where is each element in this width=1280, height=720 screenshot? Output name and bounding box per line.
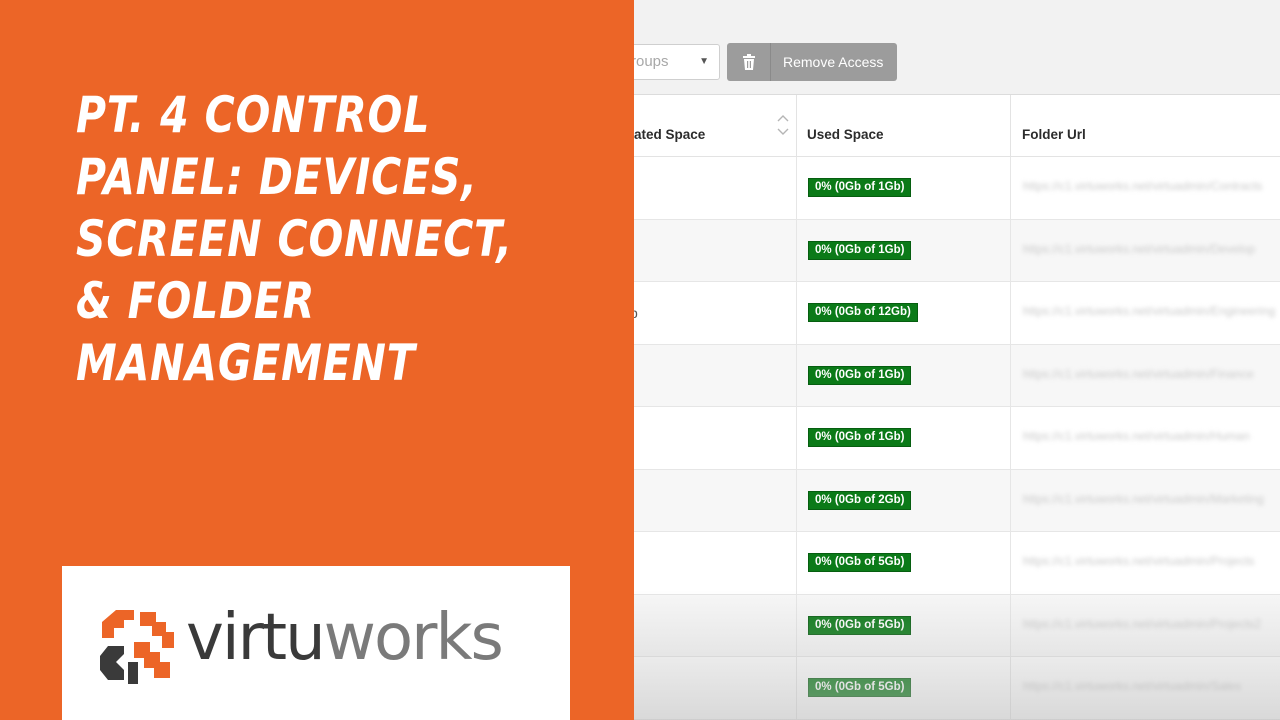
usage-badge: 0% (0Gb of 1Gb): [808, 365, 912, 385]
logo-wordmark: virtuworks: [186, 598, 504, 678]
folder-url-cell: https://c1.virtuworks.net/virtuadmin/Con…: [1010, 157, 1280, 219]
folder-url-link[interactable]: https://c1.virtuworks.net/virtuadmin/Dev…: [1023, 242, 1255, 256]
folder-url-link[interactable]: https://c1.virtuworks.net/virtuadmin/Hum…: [1023, 429, 1250, 443]
usage-badge: 0% (0Gb of 5Gb): [808, 553, 912, 572]
logo-box: virtuworks: [62, 566, 570, 720]
folder-url-cell: https://c1.virtuworks.net/virtuadmin/Fin…: [1010, 344, 1280, 406]
used-space-cell: 0% (0Gb of 5Gb): [796, 594, 1010, 656]
title-line: Screen Connect,: [76, 210, 513, 268]
used-space-cell: 0% (0Gb of 1Gb): [796, 344, 1010, 406]
folder-url-cell: https://c1.virtuworks.net/virtuadmin/Pro…: [1010, 532, 1280, 594]
usage-badge: 0% (0Gb of 1Gb): [808, 428, 912, 447]
folder-url-cell: https://c1.virtuworks.net/virtuadmin/Dev…: [1010, 219, 1280, 281]
title-line: Pt. 4 Control: [76, 86, 431, 144]
title-line: Management: [76, 334, 416, 392]
usage-badge: 0% (0Gb of 5Gb): [808, 678, 912, 697]
remove-access-label: Remove Access: [783, 54, 884, 70]
column-header-used-space[interactable]: Used Space: [796, 95, 1010, 157]
usage-badge: 0% (0Gb of 1Gb): [808, 178, 912, 197]
used-space-cell: 0% (0Gb of 12Gb): [796, 282, 1010, 344]
trash-icon: [727, 43, 771, 81]
folder-url-link[interactable]: https://c1.virtuworks.net/virtuadmin/Fin…: [1023, 367, 1254, 381]
folder-url-cell: https://c1.virtuworks.net/virtuadmin/Eng…: [1010, 282, 1280, 344]
used-space-cell: 0% (0Gb of 5Gb): [796, 532, 1010, 594]
column-header-folder-url[interactable]: Folder Url: [1010, 95, 1280, 157]
folder-url-cell: https://c1.virtuworks.net/virtuadmin/Hum…: [1010, 407, 1280, 469]
folder-url-cell: https://c1.virtuworks.net/virtuadmin/Pro…: [1010, 594, 1280, 656]
groups-select-value: roups: [631, 53, 669, 70]
folder-url-cell: https://c1.virtuworks.net/virtuadmin/Mar…: [1010, 469, 1280, 531]
video-title: Pt. 4 Control Panel: Devices, Screen Con…: [76, 84, 616, 394]
folder-url-link[interactable]: https://c1.virtuworks.net/virtuadmin/Mar…: [1023, 492, 1264, 506]
used-space-cell: 0% (0Gb of 5Gb): [796, 657, 1010, 719]
remove-access-button[interactable]: Remove Access: [727, 43, 897, 81]
virtuworks-logo-icon: [100, 610, 174, 684]
usage-badge: 0% (0Gb of 2Gb): [808, 490, 912, 510]
folder-url-link[interactable]: https://c1.virtuworks.net/virtuadmin/Sal…: [1023, 679, 1241, 693]
title-line: & Folder: [76, 272, 316, 330]
logo-text-works: works: [323, 601, 504, 675]
usage-badge: 0% (0Gb of 5Gb): [808, 615, 912, 635]
used-space-cell: 0% (0Gb of 1Gb): [796, 407, 1010, 469]
usage-badge: 0% (0Gb of 12Gb): [808, 303, 918, 322]
folder-url-link[interactable]: https://c1.virtuworks.net/virtuadmin/Pro…: [1023, 617, 1261, 631]
used-space-cell: 0% (0Gb of 1Gb): [796, 157, 1010, 219]
title-panel: Pt. 4 Control Panel: Devices, Screen Con…: [0, 0, 634, 720]
folder-url-link[interactable]: https://c1.virtuworks.net/virtuadmin/Con…: [1023, 179, 1262, 193]
caret-down-icon: ▼: [699, 56, 709, 67]
sort-icon[interactable]: [776, 113, 790, 137]
folder-url-link[interactable]: https://c1.virtuworks.net/virtuadmin/Eng…: [1023, 304, 1275, 318]
used-space-cell: 0% (0Gb of 1Gb): [796, 219, 1010, 281]
logo-text-virtu: virtu: [186, 601, 326, 675]
usage-badge: 0% (0Gb of 1Gb): [808, 240, 912, 260]
title-line: Panel: Devices,: [76, 148, 478, 206]
used-space-cell: 0% (0Gb of 2Gb): [796, 469, 1010, 531]
folder-url-cell: https://c1.virtuworks.net/virtuadmin/Sal…: [1010, 657, 1280, 719]
folder-url-link[interactable]: https://c1.virtuworks.net/virtuadmin/Pro…: [1023, 554, 1254, 568]
